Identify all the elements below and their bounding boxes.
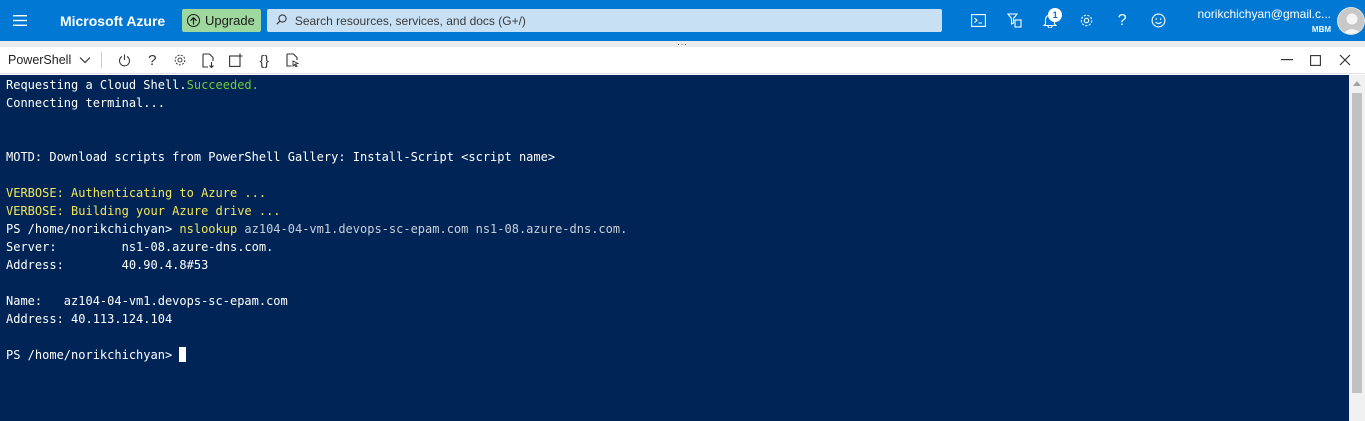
scrollbar-thumb[interactable] bbox=[1352, 93, 1362, 393]
search-icon bbox=[276, 13, 287, 28]
terminal-line: Connecting terminal... bbox=[6, 96, 165, 110]
azure-top-bar: Microsoft Azure Upgrade 1 ? bbox=[0, 0, 1365, 41]
terminal-line: Requesting a Cloud Shell.Succeeded. bbox=[6, 76, 1349, 94]
new-session-icon[interactable] bbox=[222, 47, 250, 74]
close-icon[interactable] bbox=[1330, 47, 1359, 74]
notifications-icon[interactable]: 1 bbox=[1032, 0, 1068, 41]
terminal-verbose-line: VERBOSE: Authenticating to Azure ... bbox=[6, 186, 267, 200]
directory-filter-icon[interactable] bbox=[996, 0, 1032, 41]
terminal-line: Address: 40.90.4.8#53 bbox=[6, 258, 209, 272]
terminal-command-line: PS /home/norikchichyan> nslookup az104-0… bbox=[6, 220, 1349, 238]
upload-download-icon[interactable] bbox=[194, 47, 222, 74]
account-email: norikchichyan@gmail.c... bbox=[1197, 7, 1332, 21]
terminal-command-args: az104-04-vm1.devops-sc-epam.com ns1-08.a… bbox=[237, 222, 628, 236]
terminal-verbose-line: VERBOSE: Building your Azure drive ... bbox=[6, 204, 281, 218]
help-icon[interactable]: ? bbox=[138, 47, 166, 74]
minimize-icon[interactable] bbox=[1272, 47, 1301, 74]
cloud-shell-toolbar: PowerShell ? {} bbox=[0, 47, 1365, 74]
success-status: Succeeded. bbox=[186, 78, 259, 92]
settings-icon[interactable] bbox=[166, 47, 194, 74]
chevron-down-icon bbox=[79, 53, 91, 67]
shell-type-select[interactable]: PowerShell bbox=[8, 53, 91, 67]
notifications-badge: 1 bbox=[1048, 8, 1063, 22]
upgrade-button[interactable]: Upgrade bbox=[181, 9, 261, 32]
terminal-scrollbar[interactable] bbox=[1349, 75, 1365, 421]
toolbar-divider bbox=[101, 52, 103, 68]
search-input[interactable] bbox=[294, 13, 915, 28]
terminal-motd: MOTD: Download scripts from PowerShell G… bbox=[6, 150, 556, 164]
feedback-icon[interactable] bbox=[1140, 0, 1176, 41]
scroll-up-arrow-icon[interactable] bbox=[1353, 81, 1361, 86]
terminal-line: Name: az104-04-vm1.devops-sc-epam.com bbox=[6, 294, 288, 308]
terminal-text: Requesting a Cloud Shell. bbox=[6, 78, 187, 92]
hamburger-icon[interactable] bbox=[0, 0, 40, 41]
help-icon[interactable]: ? bbox=[1104, 0, 1140, 41]
terminal-command: nslookup bbox=[179, 222, 238, 236]
terminal-line: Server: ns1-08.azure-dns.com. bbox=[6, 240, 274, 254]
web-preview-icon[interactable] bbox=[278, 47, 306, 74]
settings-icon[interactable] bbox=[1068, 0, 1104, 41]
terminal-input-line[interactable]: PS /home/norikchichyan> bbox=[6, 346, 1349, 364]
power-icon[interactable] bbox=[110, 47, 138, 74]
terminal-line: Address: 40.113.124.104 bbox=[6, 312, 173, 326]
shell-type-label: PowerShell bbox=[8, 53, 72, 67]
account-directory: MBM bbox=[1311, 25, 1332, 34]
terminal-cursor bbox=[179, 347, 187, 362]
upgrade-arrow-icon bbox=[186, 14, 200, 27]
search-box[interactable] bbox=[266, 9, 943, 32]
cloud-shell-icon[interactable] bbox=[960, 0, 996, 41]
upgrade-label: Upgrade bbox=[204, 13, 255, 28]
maximize-icon[interactable] bbox=[1301, 47, 1330, 74]
editor-braces-icon[interactable]: {} bbox=[250, 47, 278, 74]
brand-title[interactable]: Microsoft Azure bbox=[60, 13, 165, 29]
terminal-output[interactable]: Requesting a Cloud Shell.Succeeded. Conn… bbox=[0, 75, 1349, 421]
avatar[interactable] bbox=[1337, 6, 1365, 35]
terminal-prompt: PS /home/norikchichyan> bbox=[6, 222, 180, 236]
account-info[interactable]: norikchichyan@gmail.c... MBM bbox=[1186, 7, 1331, 34]
terminal-prompt: PS /home/norikchichyan> bbox=[6, 348, 180, 362]
